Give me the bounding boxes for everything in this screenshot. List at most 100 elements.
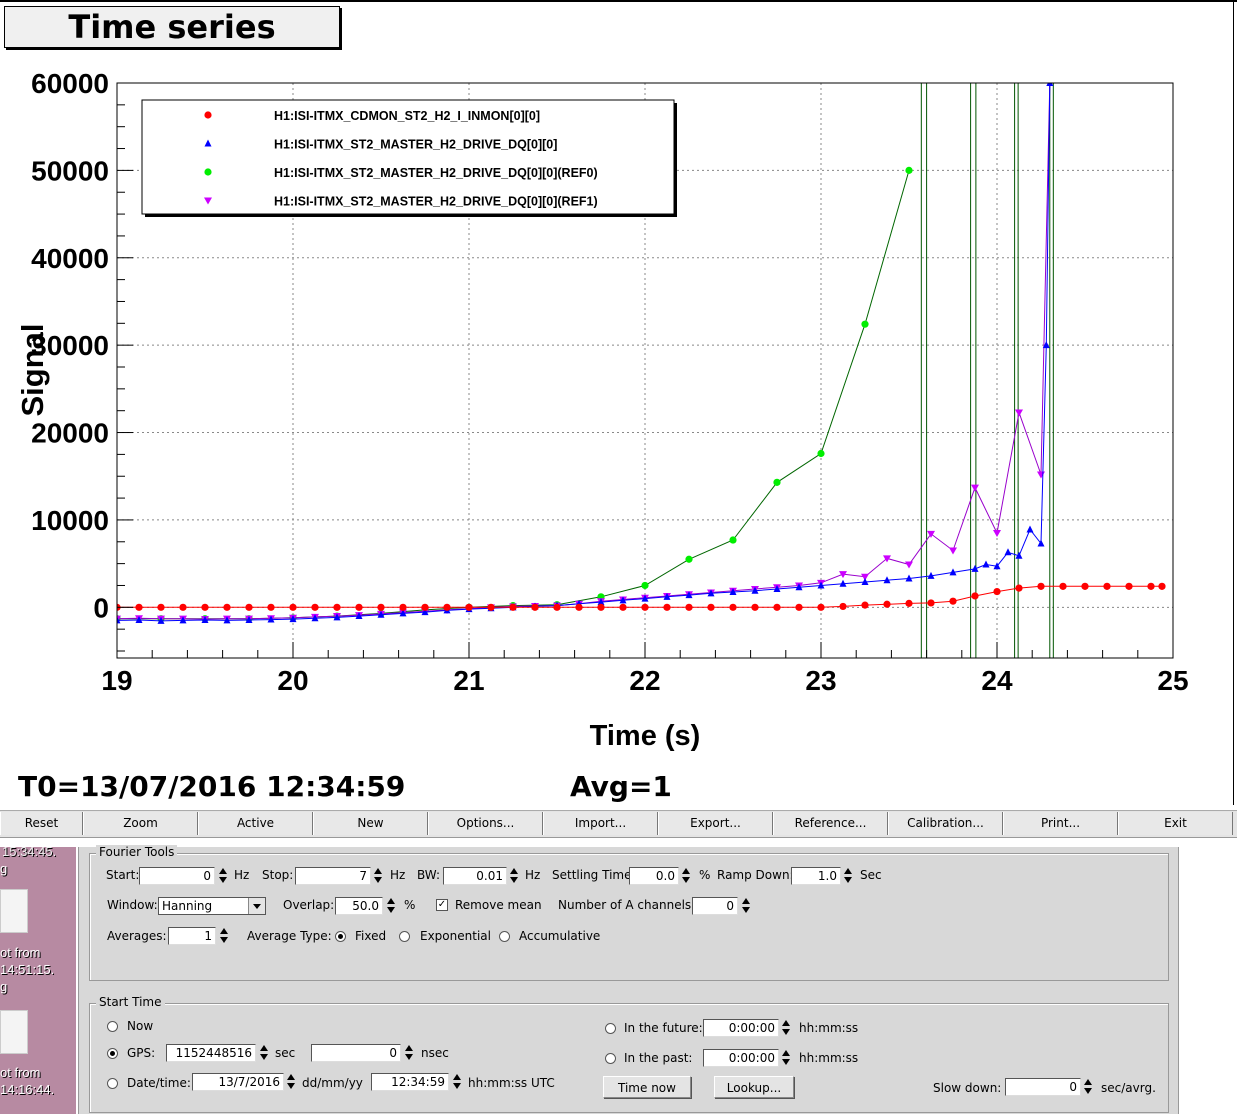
bw-spinner[interactable] [508, 867, 520, 885]
start-freq-spinner[interactable] [217, 867, 229, 885]
time-series-chart[interactable]: 19 20 21 22 23 24 2501000020000300004000050000… [0, 0, 1237, 805]
desktop-file-label[interactable]: g [0, 979, 7, 994]
fourier-tools-title: Fourier Tools [96, 845, 178, 859]
desktop-file-label[interactable]: ot from [0, 1065, 40, 1080]
screenshot-file-icon[interactable] [0, 889, 28, 933]
reference-button[interactable]: Reference... [773, 812, 888, 835]
options-button[interactable]: Options... [428, 812, 543, 835]
in-future-input[interactable]: 0:00:00 [703, 1019, 779, 1037]
exit-button[interactable]: Exit [1118, 812, 1233, 835]
start-time-title: Start Time [96, 995, 165, 1009]
series-point-0 [377, 603, 385, 611]
import-button[interactable]: Import... [543, 812, 658, 835]
start-freq-input[interactable]: 0 [139, 867, 215, 885]
ramp-down-spinner[interactable] [842, 867, 854, 885]
slow-down-spinner[interactable] [1082, 1078, 1094, 1096]
stop-freq-spinner[interactable] [372, 867, 384, 885]
in-past-radio[interactable] [605, 1053, 616, 1064]
zoom-button[interactable]: Zoom [83, 812, 198, 835]
series-point-0 [311, 603, 319, 611]
settling-time-input[interactable]: 0.0 [629, 867, 679, 885]
series-point-0 [619, 603, 627, 611]
bw-unit: Hz [525, 868, 541, 882]
avg-type-accumulative-radio[interactable] [499, 931, 510, 942]
settling-time-spinner[interactable] [680, 867, 692, 885]
lookup-button[interactable]: Lookup... [714, 1076, 794, 1098]
series-point-0 [1081, 582, 1089, 590]
series-point-0 [157, 603, 165, 611]
series-point-3 [949, 547, 957, 555]
y-tick-label: 10000 [31, 505, 109, 536]
num-a-channels-input[interactable]: 0 [692, 897, 738, 915]
date-spinner[interactable] [285, 1073, 297, 1091]
averages-input[interactable]: 1 [168, 927, 216, 945]
legend-marker [204, 168, 212, 176]
stop-label: Stop: [262, 868, 294, 882]
window-label: Window: [107, 898, 158, 912]
in-past-spinner[interactable] [780, 1049, 792, 1067]
nsec-unit: nsec [421, 1046, 449, 1060]
y-tick-label: 40000 [31, 243, 109, 274]
start-datetime-radio[interactable] [107, 1078, 118, 1089]
slow-down-input[interactable]: 0 [1005, 1078, 1081, 1096]
series-point-0 [817, 603, 825, 611]
series-point-0 [1103, 582, 1111, 590]
remove-mean-checkbox[interactable]: ✓ [436, 899, 448, 911]
in-future-spinner[interactable] [780, 1019, 792, 1037]
series-point-3 [993, 530, 1001, 538]
num-a-channels-spinner[interactable] [740, 897, 752, 915]
start-label: Start: [106, 868, 140, 882]
start-now-radio[interactable] [107, 1021, 118, 1032]
date-input[interactable]: 13/7/2016 [192, 1073, 284, 1091]
nsec-input[interactable]: 0 [311, 1044, 401, 1062]
plot-canvas[interactable]: Time series 19 20 21 22 23 24 25 0 10000 20000 300… [0, 0, 1237, 805]
series-point-0 [289, 603, 297, 611]
bw-input[interactable]: 0.01 [443, 867, 507, 885]
window-select[interactable]: Hanning [158, 897, 266, 915]
overlap-input[interactable]: 50.0 [335, 897, 383, 915]
settling-unit: % [699, 868, 711, 882]
gps-spinner[interactable] [258, 1044, 270, 1062]
series-point-0 [597, 603, 605, 611]
calibration-button[interactable]: Calibration... [888, 812, 1003, 835]
series-point-0 [333, 603, 341, 611]
screenshot-file-icon[interactable] [0, 1010, 28, 1054]
nsec-spinner[interactable] [403, 1044, 415, 1062]
stop-freq-input[interactable]: 7 [295, 867, 371, 885]
gps-input[interactable]: 1152448516 [166, 1044, 256, 1062]
overlap-spinner[interactable] [385, 897, 397, 915]
new-button[interactable]: New [313, 812, 428, 835]
desktop-background: 15:34:45. g ot from 14:51:15. g ot from … [0, 847, 76, 1114]
series-point-2 [817, 449, 825, 458]
export-button[interactable]: Export... [658, 812, 773, 835]
time-now-button[interactable]: Time now [603, 1076, 691, 1098]
series-point-0 [355, 603, 363, 611]
series-point-0 [575, 603, 583, 611]
time-spinner[interactable] [451, 1073, 463, 1091]
series-point-1 [982, 560, 990, 568]
desktop-file-label[interactable]: ot from [0, 945, 40, 960]
avg-type-fixed-radio[interactable] [335, 931, 346, 942]
start-gps-radio[interactable] [107, 1048, 118, 1059]
ramp-down-input[interactable]: 1.0 [791, 867, 841, 885]
in-past-input[interactable]: 0:00:00 [703, 1049, 779, 1067]
legend-entry-label: H1:ISI-ITMX_ST2_MASTER_H2_DRIVE_DQ[0][0]… [274, 195, 598, 209]
averages-spinner[interactable] [218, 927, 230, 945]
desktop-text: g [0, 861, 8, 876]
desktop-file-label[interactable]: 14:51:15. [0, 962, 54, 977]
desktop-file-label[interactable]: 14:16:44. [0, 1082, 54, 1097]
time-input[interactable]: 12:34:59 [371, 1073, 449, 1091]
series-point-0 [773, 603, 781, 611]
print-button[interactable]: Print... [1003, 812, 1118, 835]
series-point-3 [905, 561, 913, 569]
settings-panel: Fourier Tools Start: 0 Hz Stop: 7 Hz BW:… [78, 845, 1179, 1114]
chevron-down-icon[interactable] [248, 898, 265, 914]
series-line-0 [117, 585, 1162, 608]
series-point-0 [883, 600, 891, 608]
series-point-0 [399, 603, 407, 611]
in-future-radio[interactable] [605, 1023, 616, 1034]
x-tick-label: 25 [1157, 665, 1188, 696]
avg-type-exponential-radio[interactable] [399, 931, 410, 942]
reset-button[interactable]: Reset [0, 812, 83, 835]
active-button[interactable]: Active [198, 812, 313, 835]
